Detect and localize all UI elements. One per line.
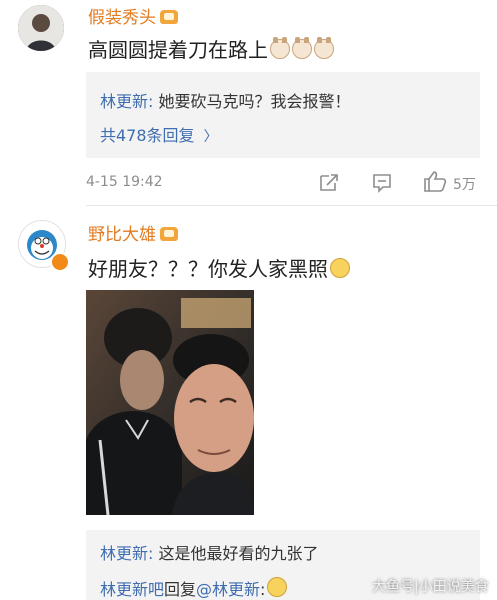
share-icon (320, 174, 338, 191)
reply-text: : (260, 580, 266, 599)
reply-label: 回复 (164, 580, 197, 599)
comment-icon (373, 174, 391, 193)
chevron-right-icon: 〉 (203, 129, 218, 145)
divider (86, 205, 497, 206)
like-button[interactable] (422, 169, 448, 193)
comment-text: 高圆圆提着刀在路上 (88, 34, 334, 63)
share-button[interactable] (318, 171, 340, 193)
comment-text: 好朋友？？？你发人家黑照 (88, 253, 350, 282)
reply-item[interactable]: 林更新: 她要砍马克吗？我会报警！ (100, 88, 351, 112)
vip-badge-icon (160, 227, 178, 241)
reply-text: 这是他最好看的九张了 (153, 544, 319, 563)
laugh-emoji-icon (267, 577, 288, 597)
avatar-photo (18, 5, 64, 51)
thumbs-up-icon (424, 171, 447, 192)
username-text[interactable]: 假装秀头 (88, 8, 156, 28)
photo-content (86, 290, 254, 515)
reply-mention[interactable]: @林更新 (196, 580, 260, 599)
comment-body: 好朋友？？？你发人家黑照 (88, 257, 328, 281)
reply-item[interactable]: 林更新: 这是他最好看的九张了 (100, 540, 319, 564)
comment-body: 高圆圆提着刀在路上 (88, 38, 268, 62)
reply-author[interactable]: 林更新: (100, 544, 153, 563)
more-replies-link[interactable]: 共478条回复 〉 (100, 122, 218, 146)
username[interactable]: 假装秀头 (88, 3, 178, 28)
watermark: 大鱼号|小田说美食 (372, 579, 489, 595)
smile-emoji-icon (330, 258, 350, 278)
reply-text: 她要砍马克吗？我会报警！ (153, 92, 351, 111)
verified-badge-icon (50, 252, 70, 272)
reply-author[interactable]: 林更新: (100, 92, 153, 111)
reply-author[interactable]: 林更新吧 (100, 580, 164, 599)
cat-emoji-icon (270, 37, 290, 59)
reply-box: 林更新: 她要砍马克吗？我会报警！ 共478条回复 〉 (86, 72, 480, 158)
cat-emoji-icon (314, 37, 334, 59)
reply-item[interactable]: 林更新吧回复@林更新: (100, 576, 288, 600)
username[interactable]: 野比大雄 (88, 220, 178, 245)
more-replies-text[interactable]: 共478条回复 (100, 126, 195, 145)
timestamp: 4-15 19:42 (86, 174, 163, 190)
username-text[interactable]: 野比大雄 (88, 225, 156, 245)
comment-image[interactable] (86, 290, 254, 515)
user-avatar[interactable] (18, 5, 64, 51)
like-count: 5万 (453, 177, 476, 193)
comment-button[interactable] (371, 171, 393, 193)
vip-badge-icon (160, 10, 178, 24)
cat-emoji-icon (292, 37, 312, 59)
